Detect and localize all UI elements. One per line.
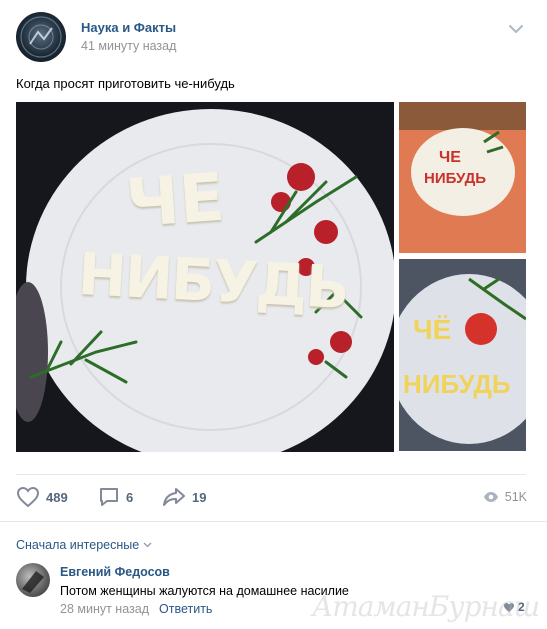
comment-icon	[100, 488, 118, 506]
views-counter: 51K	[483, 490, 527, 504]
views-count: 51K	[504, 490, 527, 504]
photo-bottom-right[interactable]: ЧЁ НИБУДЬ	[399, 259, 526, 451]
comment-meta: 28 минут назад Ответить	[60, 602, 212, 616]
photo-bottom-right-caption-bottom: НИБУДЬ	[403, 369, 511, 399]
eye-icon	[483, 492, 498, 502]
divider	[16, 474, 526, 475]
post-card: Наука и Факты 41 минуту назад Когда прос…	[0, 0, 547, 629]
comments-sort[interactable]: Сначала интересные	[16, 538, 152, 552]
comment-text: Потом женщины жалуются на домашнее насил…	[60, 584, 349, 598]
share-button[interactable]: 19	[162, 486, 206, 508]
post-actions: 489 6 19 51K	[0, 478, 547, 518]
photo-main-caption-top: ЧЕ	[123, 158, 227, 243]
photo-top-right[interactable]: ЧЕ НИБУДЬ	[399, 102, 526, 253]
photo-top-right-caption-top: ЧЕ	[439, 149, 461, 166]
photo-top-right-caption-bottom: НИБУДЬ	[424, 170, 487, 187]
photo-main-caption-bottom: НИБУДЬ	[76, 239, 350, 323]
post-author[interactable]: Наука и Факты	[81, 20, 176, 35]
chevron-down-icon	[143, 542, 152, 548]
photo-bottom-right-caption-top: ЧЁ	[413, 314, 452, 345]
share-count: 19	[192, 489, 207, 505]
comments-sort-label: Сначала интересные	[16, 538, 140, 552]
comment-count: 6	[126, 489, 134, 505]
divider	[0, 521, 547, 522]
watermark: АтаманБурнаш для ЯП	[312, 590, 547, 623]
post-time[interactable]: 41 минуту назад	[81, 39, 176, 53]
like-button[interactable]: 489	[16, 486, 68, 508]
community-avatar[interactable]	[16, 12, 66, 62]
comment-avatar[interactable]	[16, 563, 50, 597]
like-count: 489	[46, 489, 68, 505]
reply-button[interactable]: Ответить	[159, 602, 212, 616]
chevron-down-icon[interactable]	[508, 22, 524, 34]
photo-main[interactable]: ЧЕ НИБУДЬ	[16, 102, 394, 452]
comment-author[interactable]: Евгений Федосов	[60, 565, 170, 579]
post-text: Когда просят приготовить че-нибудь	[16, 76, 235, 91]
share-icon	[163, 488, 185, 506]
comment-time[interactable]: 28 минут назад	[60, 602, 149, 616]
comment-button[interactable]: 6	[98, 486, 133, 508]
heart-icon	[16, 486, 40, 508]
